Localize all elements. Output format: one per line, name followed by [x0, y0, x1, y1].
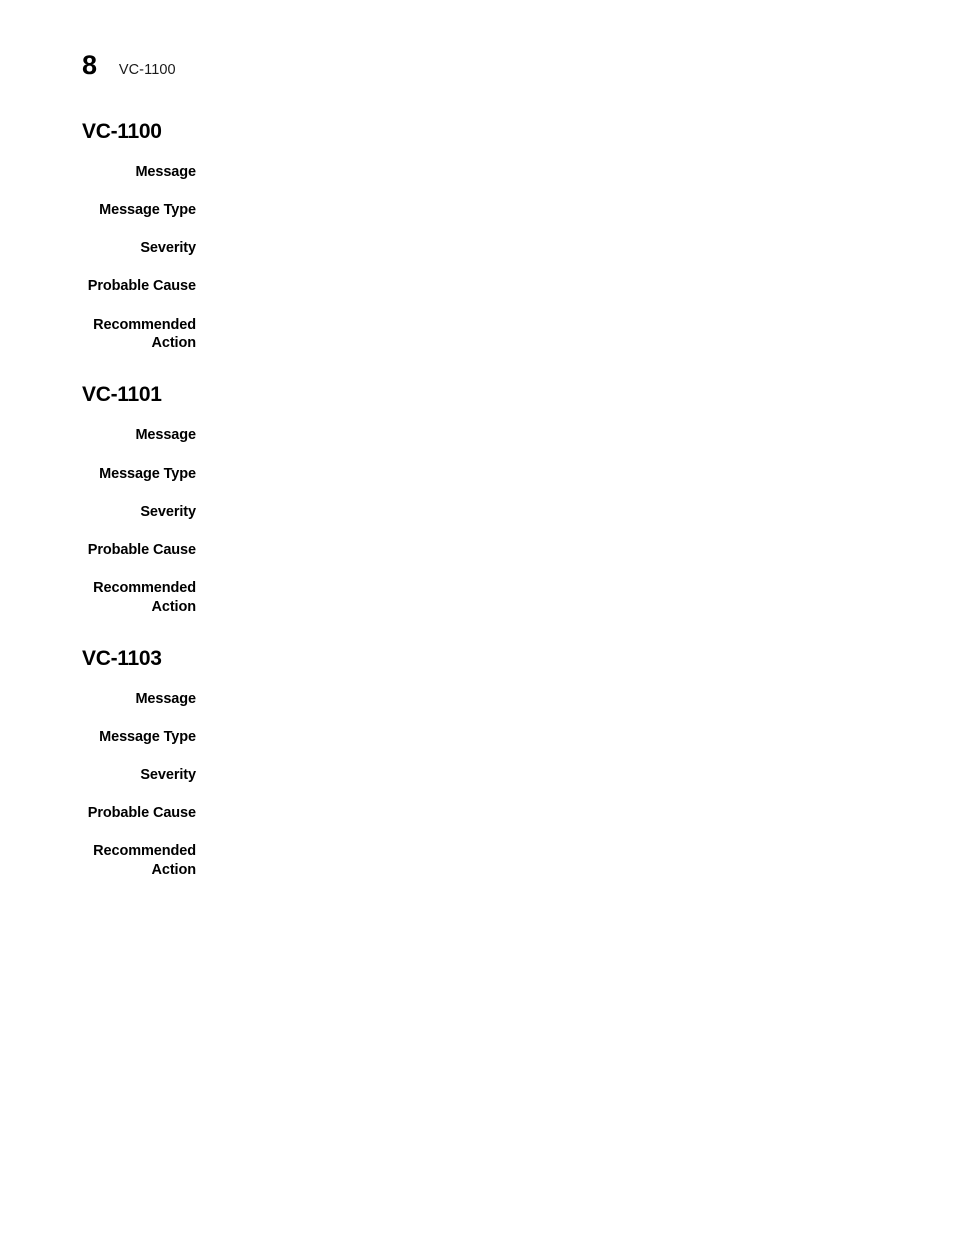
field-label-severity: Severity	[140, 240, 196, 257]
field-row: Message Type	[0, 465, 954, 484]
field-value-probable-cause	[196, 804, 954, 805]
field-label-probable-cause: Probable Cause	[87, 541, 196, 558]
message-section: VC-1100 Message Message Type Severity Pr…	[0, 120, 954, 353]
field-label-severity: Severity	[140, 766, 196, 783]
field-value-recommended-action	[196, 316, 954, 317]
field-row: Message	[0, 426, 954, 445]
field-label-message: Message	[135, 690, 196, 707]
field-row: Recommended Action	[0, 842, 954, 880]
field-label-message: Message	[135, 164, 196, 181]
field-value-severity	[196, 766, 954, 767]
field-label-severity: Severity	[140, 503, 196, 520]
field-value-message	[196, 690, 954, 691]
page-content: VC-1100 Message Message Type Severity Pr…	[0, 120, 954, 894]
field-value-probable-cause	[196, 277, 954, 278]
field-value-message-type	[196, 465, 954, 466]
field-value-recommended-action	[196, 579, 954, 580]
running-header: 8 VC-1100	[82, 52, 176, 79]
message-section: VC-1101 Message Message Type Severity Pr…	[0, 383, 954, 616]
field-row: Message	[0, 690, 954, 709]
field-row: Severity	[0, 239, 954, 258]
field-row: Probable Cause	[0, 277, 954, 296]
field-value-message	[196, 163, 954, 164]
field-value-severity	[196, 239, 954, 240]
field-label-message-type: Message Type	[99, 728, 196, 745]
message-section: VC-1103 Message Message Type Severity Pr…	[0, 647, 954, 880]
field-label-probable-cause: Probable Cause	[87, 805, 196, 822]
field-row: Probable Cause	[0, 804, 954, 823]
field-label-recommended-action: Recommended Action	[93, 843, 196, 878]
field-row: Recommended Action	[0, 579, 954, 617]
field-label-probable-cause: Probable Cause	[87, 278, 196, 295]
field-label-message: Message	[135, 427, 196, 444]
section-heading: VC-1103	[82, 646, 162, 670]
section-heading: VC-1100	[82, 120, 162, 143]
field-value-message	[196, 426, 954, 427]
field-value-severity	[196, 503, 954, 504]
field-row: Severity	[0, 766, 954, 785]
document-page: 8 VC-1100 VC-1100 Message Message Type S…	[0, 0, 954, 1235]
field-row: Probable Cause	[0, 541, 954, 560]
field-row: Severity	[0, 503, 954, 522]
field-row: Recommended Action	[0, 316, 954, 354]
field-row: Message Type	[0, 201, 954, 220]
field-label-recommended-action: Recommended Action	[93, 316, 196, 352]
field-value-recommended-action	[196, 842, 954, 843]
page-number: 8	[82, 50, 97, 80]
section-heading: VC-1101	[82, 383, 162, 407]
field-row: Message	[0, 163, 954, 182]
header-chapter-title: VC-1100	[118, 62, 176, 78]
field-label-message-type: Message Type	[99, 202, 196, 219]
field-row: Message Type	[0, 728, 954, 747]
field-label-recommended-action: Recommended Action	[93, 579, 196, 615]
field-value-message-type	[196, 201, 954, 202]
field-value-message-type	[196, 728, 954, 729]
field-label-message-type: Message Type	[99, 465, 196, 482]
field-value-probable-cause	[196, 541, 954, 542]
